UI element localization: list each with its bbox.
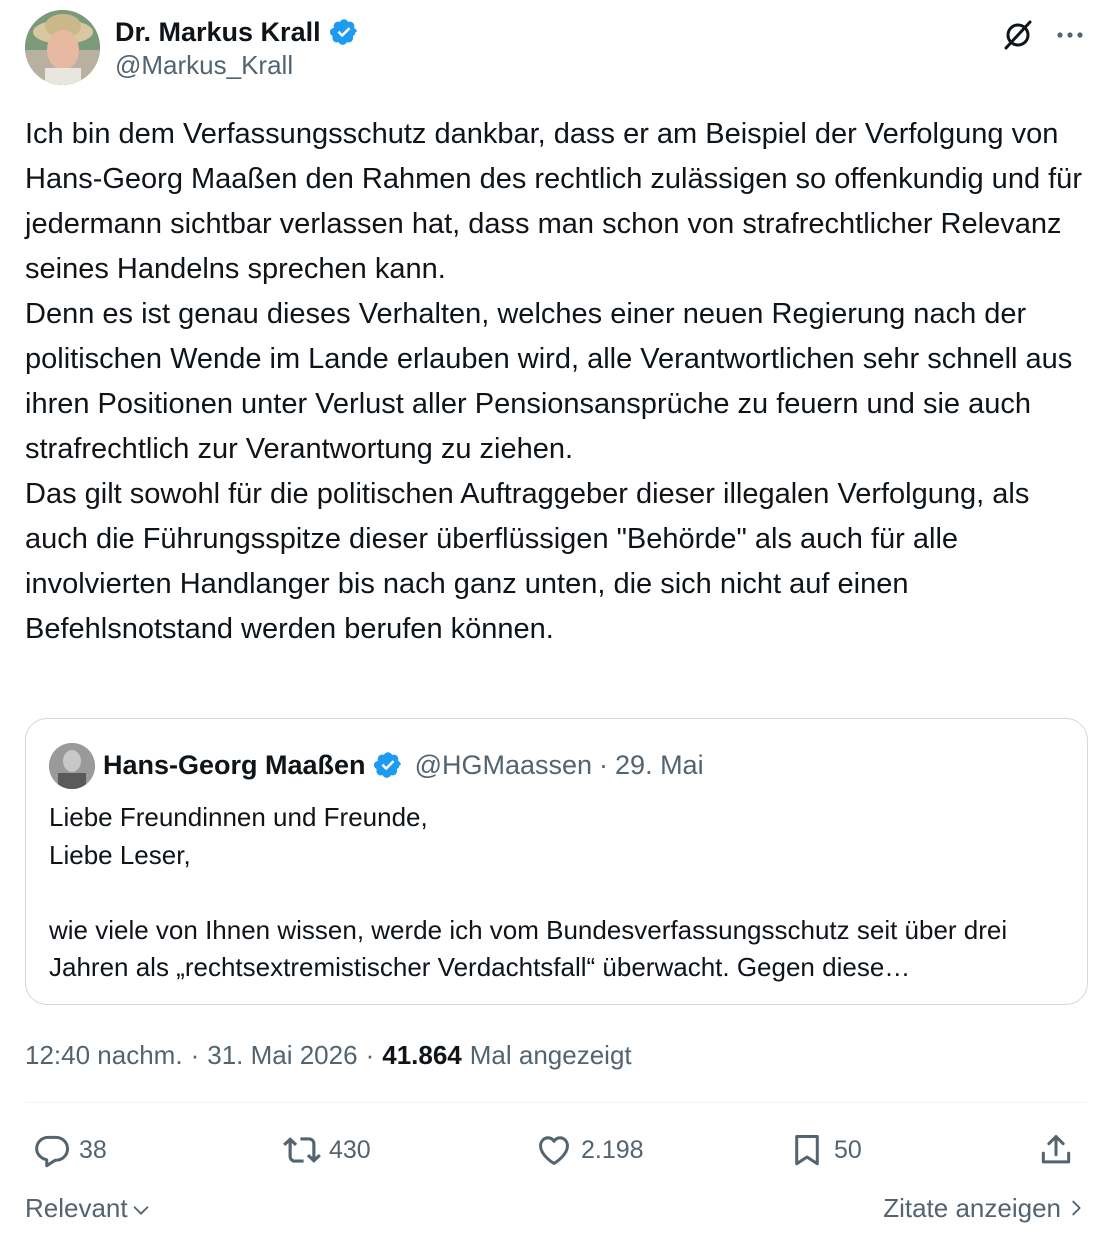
tweet-meta: 12:40 nachm. · 31. Mai 2026 · 41.864 Mal…: [25, 1037, 632, 1073]
bookmark-button[interactable]: 50: [788, 1122, 862, 1178]
chevron-right-icon: [1072, 1200, 1081, 1216]
reply-button[interactable]: 38: [33, 1122, 107, 1178]
like-button[interactable]: 2.198: [535, 1122, 644, 1178]
quotes-label: Zitate anzeigen: [883, 1192, 1061, 1223]
tweet-time[interactable]: 12:40 nachm.: [25, 1040, 183, 1071]
reply-icon: [35, 1135, 70, 1168]
bookmark-count: 50: [834, 1135, 862, 1164]
tweet-text: Ich bin dem Verfassungsschutz dankbar, d…: [25, 118, 1082, 645]
repost-button[interactable]: 430: [283, 1122, 371, 1178]
meta-separator: ·: [365, 1039, 375, 1070]
sort-label: Relevant: [25, 1192, 128, 1223]
quote-author-avatar: [49, 743, 95, 789]
quoted-tweet[interactable]: Hans-Georg Maaßen @HGMaassen · 29. Mai L…: [25, 718, 1088, 1005]
like-icon: [539, 1136, 569, 1165]
quote-author-name: Hans-Georg Maaßen: [103, 749, 366, 780]
repost-icon: [283, 1137, 321, 1163]
action-bar: 38 430 2.198 50: [25, 1122, 1087, 1178]
bookmark-icon: [795, 1135, 819, 1166]
quote-header: Hans-Georg Maaßen @HGMaassen · 29. Mai: [103, 747, 704, 783]
view-quotes-link[interactable]: Zitate anzeigen: [883, 1188, 1087, 1228]
meta-separator: ·: [190, 1039, 200, 1070]
share-button[interactable]: [1037, 1122, 1075, 1178]
verified-badge-icon: [373, 752, 401, 778]
share-icon: [1041, 1135, 1071, 1164]
author-name-row: Dr. Markus Krall: [115, 14, 359, 50]
author-avatar[interactable]: [25, 10, 100, 85]
grok-icon[interactable]: [1001, 18, 1035, 52]
quote-text: Liebe Freundinnen und Freunde, Liebe Les…: [49, 802, 1008, 982]
tweet-header: Dr. Markus Krall @Markus_Krall: [25, 10, 1087, 86]
verified-badge-icon: [329, 19, 357, 45]
quote-separator: ·: [599, 749, 609, 780]
divider: [25, 1102, 1087, 1103]
sort-replies-dropdown[interactable]: Relevant: [25, 1188, 152, 1228]
more-icon[interactable]: [1053, 18, 1087, 52]
tweet-date[interactable]: 31. Mai 2026: [207, 1040, 357, 1071]
chevron-down-icon: [133, 1206, 148, 1215]
quote-author-handle: @HGMaassen: [414, 749, 593, 780]
views-count: 41.864: [382, 1039, 462, 1070]
replies-footer: Relevant Zitate anzeigen: [25, 1188, 1087, 1228]
author-handle[interactable]: @Markus_Krall: [115, 50, 293, 81]
like-count: 2.198: [581, 1135, 644, 1164]
reply-count: 38: [79, 1135, 107, 1164]
quote-date: 29. Mai: [615, 749, 704, 780]
views-label: Mal angezeigt: [469, 1039, 632, 1070]
author-name[interactable]: Dr. Markus Krall: [115, 17, 321, 48]
repost-count: 430: [329, 1135, 371, 1164]
